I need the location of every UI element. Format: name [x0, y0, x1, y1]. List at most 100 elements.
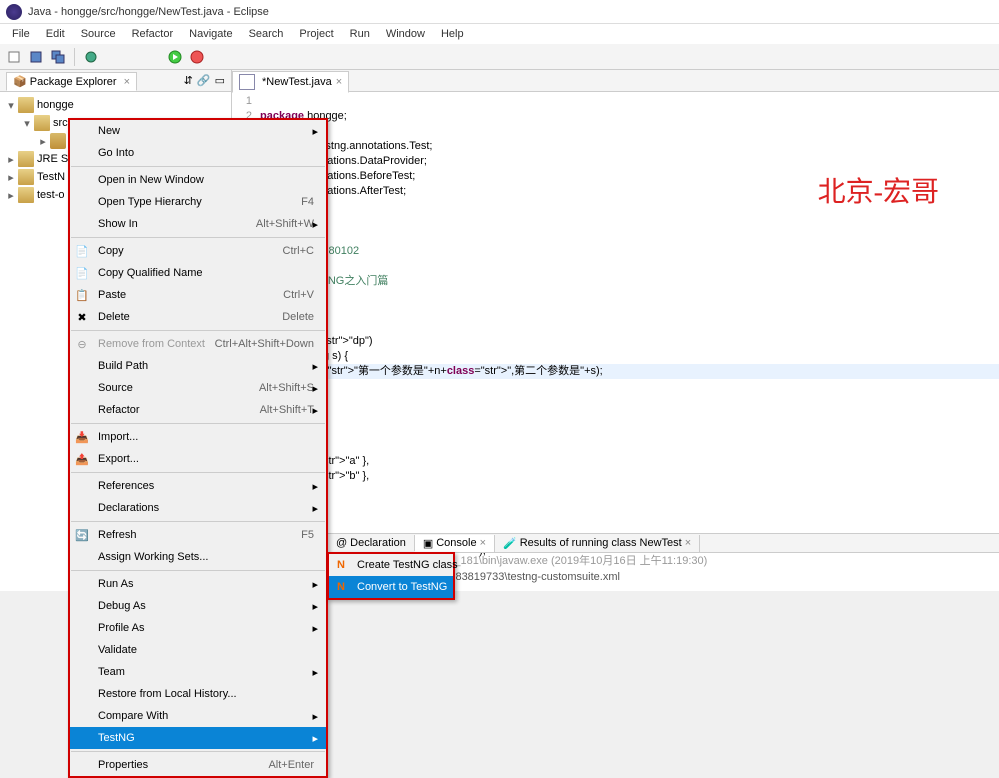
testng-submenu[interactable]: NCreate TestNG classNConvert to TestNG — [327, 552, 455, 600]
menu-file[interactable]: File — [4, 26, 38, 42]
menu-item-team[interactable]: Team▸ — [70, 661, 326, 683]
tree-label: hongge — [37, 99, 74, 111]
code-line[interactable]: 25] { 1, class="str">"a" }, — [232, 454, 999, 469]
menu-item-convert-to-testng[interactable]: NConvert to TestNG — [329, 576, 453, 598]
close-icon[interactable]: × — [685, 537, 691, 549]
link-editor-icon[interactable]: 🔗 — [197, 74, 211, 87]
menu-item-profile-as[interactable]: Profile As▸ — [70, 617, 326, 639]
new-button[interactable] — [4, 47, 24, 67]
close-icon[interactable]: × — [124, 76, 130, 88]
menu-item-show-in[interactable]: Show InAlt+Shift+W▸ — [70, 213, 326, 235]
bottom-tab-results-of-running-class-newtest[interactable]: 🧪Results of running class NewTest× — [495, 535, 700, 552]
menu-item-assign-working-sets-[interactable]: Assign Working Sets... — [70, 546, 326, 568]
code-line[interactable]: 16est { — [232, 319, 999, 334]
menu-item-references[interactable]: References▸ — [70, 475, 326, 497]
minimize-icon[interactable]: ▭ — [215, 74, 225, 87]
code-line[interactable]: 20 — [232, 379, 999, 394]
save-all-button[interactable] — [48, 47, 68, 67]
code-line[interactable]: 15 — [232, 304, 999, 319]
code-line[interactable]: 24ject[][] { — [232, 439, 999, 454]
menu-item-source[interactable]: SourceAlt+Shift+S▸ — [70, 377, 326, 399]
menu-item-label: New — [98, 125, 120, 137]
menu-edit[interactable]: Edit — [38, 26, 73, 42]
code-line[interactable]: 1 — [232, 94, 999, 109]
tree-label: TestN — [37, 171, 65, 183]
menu-item-restore-from-local-history-[interactable]: Restore from Local History... — [70, 683, 326, 705]
twisty-icon[interactable]: ▾ — [20, 117, 34, 130]
menu-item-open-in-new-window[interactable]: Open in New Window — [70, 169, 326, 191]
menu-help[interactable]: Help — [433, 26, 472, 42]
menu-item-export-[interactable]: 📤Export... — [70, 448, 326, 470]
menu-item-create-testng-class[interactable]: NCreate TestNG class — [329, 554, 453, 576]
menu-item-refresh[interactable]: 🔄RefreshF5 — [70, 524, 326, 546]
code-line[interactable]: 11交流群：694280102 — [232, 244, 999, 259]
code-line[interactable]: 28 — [232, 499, 999, 514]
menu-item-compare-with[interactable]: Compare With▸ — [70, 705, 326, 727]
editor-tab-bar: *NewTest.java × — [232, 70, 999, 92]
editor-tab-newtest[interactable]: *NewTest.java × — [232, 71, 349, 93]
menu-item-run-as[interactable]: Run As▸ — [70, 573, 326, 595]
bottom-tab-console[interactable]: ▣Console× — [415, 535, 495, 552]
menu-item-new[interactable]: New▸ — [70, 120, 326, 142]
menu-item-copy-qualified-name[interactable]: 📄Copy Qualified Name — [70, 262, 326, 284]
menu-item-go-into[interactable]: Go Into — [70, 142, 326, 164]
collapse-all-icon[interactable]: ⇵ — [184, 74, 193, 87]
menu-source[interactable]: Source — [73, 26, 124, 42]
twisty-icon[interactable]: ▾ — [4, 99, 18, 112]
menu-shortcut: Ctrl+C — [283, 245, 314, 257]
menu-item-testng[interactable]: TestNG▸ — [70, 727, 326, 749]
code-line[interactable]: 5 .annotations.DataProvider; — [232, 154, 999, 169]
menu-item-refactor[interactable]: RefactorAlt+Shift+T▸ — [70, 399, 326, 421]
close-icon[interactable]: × — [480, 537, 486, 549]
code-line[interactable]: 26] { 2, class="str">"b" }, — [232, 469, 999, 484]
eclipse-logo-icon — [6, 4, 22, 20]
code-line[interactable]: 19println(class="str">"第一个参数是"+n+class="… — [232, 364, 999, 379]
menu-item-copy[interactable]: 📄CopyCtrl+C — [70, 240, 326, 262]
menu-item-debug-as[interactable]: Debug As▸ — [70, 595, 326, 617]
tree-item-hongge[interactable]: ▾ hongge — [0, 96, 231, 114]
code-line[interactable]: 29 — [232, 514, 999, 529]
code-line[interactable]: 18teger n, String s) { — [232, 349, 999, 364]
twisty-icon[interactable]: ▸ — [36, 135, 50, 148]
menu-refactor[interactable]: Refactor — [124, 26, 182, 42]
menu-navigate[interactable]: Navigate — [181, 26, 240, 42]
run-button[interactable] — [165, 47, 185, 67]
menu-item-properties[interactable]: PropertiesAlt+Enter — [70, 754, 326, 776]
code-line[interactable]: 21 — [232, 394, 999, 409]
code-line[interactable]: 22 — [232, 409, 999, 424]
menu-item-build-path[interactable]: Build Path▸ — [70, 355, 326, 377]
close-icon[interactable]: × — [336, 76, 342, 88]
code-line[interactable]: 3 — [232, 124, 999, 139]
twisty-icon[interactable]: ▸ — [4, 189, 18, 202]
menu-item-validate[interactable]: Validate — [70, 639, 326, 661]
code-line[interactable]: 10 — [232, 229, 999, 244]
menu-item-open-type-hierarchy[interactable]: Open Type HierarchyF4 — [70, 191, 326, 213]
menu-search[interactable]: Search — [241, 26, 292, 42]
bottom-tab-declaration[interactable]: @Declaration — [328, 535, 415, 551]
menu-run[interactable]: Run — [342, 26, 378, 42]
menu-window[interactable]: Window — [378, 26, 433, 42]
code-line[interactable]: 2package hongge; — [232, 109, 999, 124]
twisty-icon[interactable]: ▸ — [4, 153, 18, 166]
save-button[interactable] — [26, 47, 46, 67]
code-line[interactable]: 23[] dp() { — [232, 424, 999, 439]
menu-item-delete[interactable]: ✖DeleteDelete — [70, 306, 326, 328]
menu-item-paste[interactable]: 📋PasteCtrl+V — [70, 284, 326, 306]
context-menu[interactable]: New▸Go Into Open in New WindowOpen Type H… — [68, 118, 328, 778]
code-line[interactable]: 14 — [232, 289, 999, 304]
twisty-icon[interactable]: ▸ — [4, 171, 18, 184]
code-line[interactable]: 9哥 — [232, 214, 999, 229]
menu-item-import-[interactable]: 📥Import... — [70, 426, 326, 448]
package-explorer-tab[interactable]: 📦 Package Explorer × — [6, 72, 137, 91]
coverage-button[interactable] — [187, 47, 207, 67]
menu-project[interactable]: Project — [291, 26, 341, 42]
code-line[interactable]: 13框架-01 - TestNG之入门篇 — [232, 274, 999, 289]
code-line[interactable]: 4import org.testng.annotations.Test; — [232, 139, 999, 154]
code-line[interactable]: 27 — [232, 484, 999, 499]
debug-button[interactable] — [81, 47, 101, 67]
menu-item-declarations[interactable]: Declarations▸ — [70, 497, 326, 519]
code-line[interactable]: 12 — [232, 259, 999, 274]
code-editor[interactable]: 12package hongge;34import org.testng.ann… — [232, 92, 999, 591]
menu-item-label: Import... — [98, 431, 138, 443]
code-line[interactable]: 17der = class="str">"dp") — [232, 334, 999, 349]
